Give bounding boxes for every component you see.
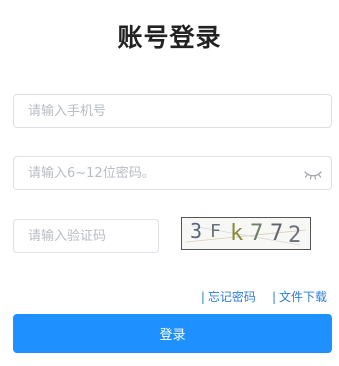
login-button[interactable]: 登录 <box>13 314 332 353</box>
phone-field[interactable] <box>13 94 332 128</box>
link-separator: | <box>200 290 205 304</box>
captcha-input[interactable] <box>14 220 158 252</box>
captcha-char: F <box>210 221 221 242</box>
file-download-label: 文件下载 <box>278 290 327 304</box>
captcha-char: 7 <box>250 221 263 246</box>
password-field[interactable] <box>13 156 332 190</box>
file-download-link[interactable]: | 文件下载 <box>272 288 327 305</box>
captcha-char: 3 <box>190 219 202 243</box>
captcha-image[interactable]: 3 F k 7 7 2 <box>181 217 311 250</box>
eye-closed-icon[interactable] <box>304 166 322 180</box>
phone-input[interactable] <box>14 95 331 127</box>
helper-links: | 忘记密码 | 文件下载 <box>201 288 327 305</box>
captcha-field[interactable] <box>13 219 159 253</box>
password-input[interactable] <box>14 157 331 189</box>
captcha-char: 7 <box>270 221 283 246</box>
captcha-char: k <box>230 221 243 246</box>
captcha-char: 2 <box>288 223 301 248</box>
page-title: 账号登录 <box>117 23 222 52</box>
forgot-password-link[interactable]: | 忘记密码 <box>201 288 256 305</box>
forgot-password-label: 忘记密码 <box>207 290 256 304</box>
link-separator: | <box>271 290 276 304</box>
